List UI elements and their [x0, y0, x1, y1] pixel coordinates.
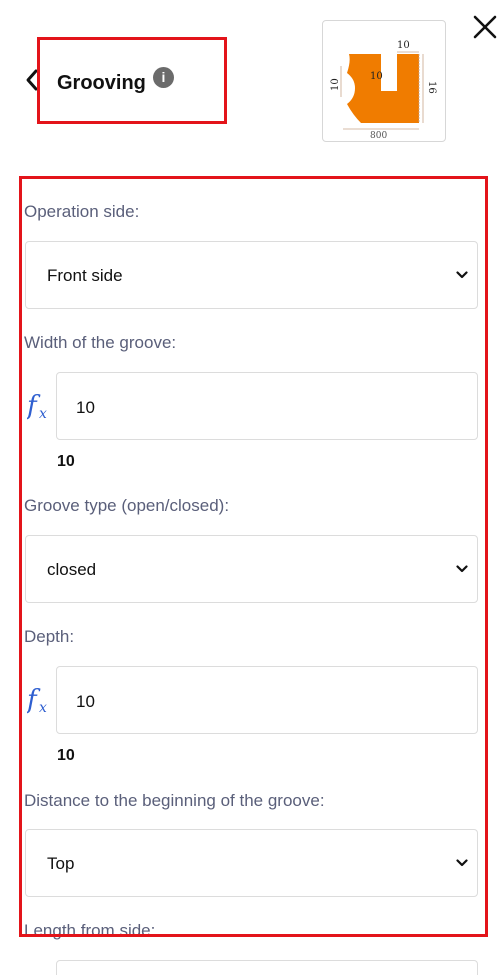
- chevron-down-icon: [456, 271, 468, 279]
- operation-side-select[interactable]: Front side: [25, 241, 478, 309]
- operation-side-value: Front side: [47, 266, 123, 285]
- formula-fx-icon[interactable]: f x: [27, 684, 53, 718]
- groove-type-value: closed: [47, 560, 97, 579]
- svg-text:x: x: [39, 700, 47, 716]
- dim-bottom-label: 800: [370, 131, 387, 141]
- dim-left-label: 10: [330, 78, 341, 91]
- chevron-down-icon: [456, 859, 468, 867]
- distance-label: Distance to the beginning of the groove:: [24, 791, 325, 810]
- groove-width-input[interactable]: 10: [56, 372, 478, 440]
- info-icon[interactable]: i: [153, 67, 174, 88]
- close-icon[interactable]: [472, 14, 498, 40]
- depth-input[interactable]: 10: [56, 666, 478, 734]
- page-title: Grooving: [57, 72, 146, 94]
- groove-width-label: Width of the groove:: [24, 333, 177, 352]
- profile-shape: [347, 54, 419, 123]
- dim-inner-label: 10: [370, 71, 383, 82]
- distance-value: Top: [47, 854, 75, 873]
- depth-value: 10: [76, 692, 95, 711]
- groove-width-computed: 10: [57, 453, 75, 470]
- grooving-panel: Grooving i 10 10 10 16 800 Operation sid…: [0, 0, 503, 975]
- chevron-down-icon: [456, 565, 468, 573]
- groove-type-label: Groove type (open/closed):: [24, 496, 230, 515]
- formula-fx-icon[interactable]: f x: [27, 390, 53, 424]
- distance-select[interactable]: Top: [25, 829, 478, 897]
- length-from-side-input[interactable]: [56, 960, 478, 975]
- groove-type-select[interactable]: closed: [25, 535, 478, 603]
- groove-width-value: 10: [76, 398, 95, 417]
- depth-label: Depth:: [24, 627, 75, 646]
- depth-computed: 10: [57, 747, 75, 764]
- svg-text:x: x: [39, 406, 47, 422]
- operation-side-label: Operation side:: [24, 202, 140, 221]
- length-from-side-label: Length from side:: [24, 921, 156, 940]
- dim-right-label: 16: [426, 81, 437, 94]
- groove-preview-image: 10 10 10 16 800: [322, 20, 446, 142]
- dim-top-label: 10: [397, 40, 410, 51]
